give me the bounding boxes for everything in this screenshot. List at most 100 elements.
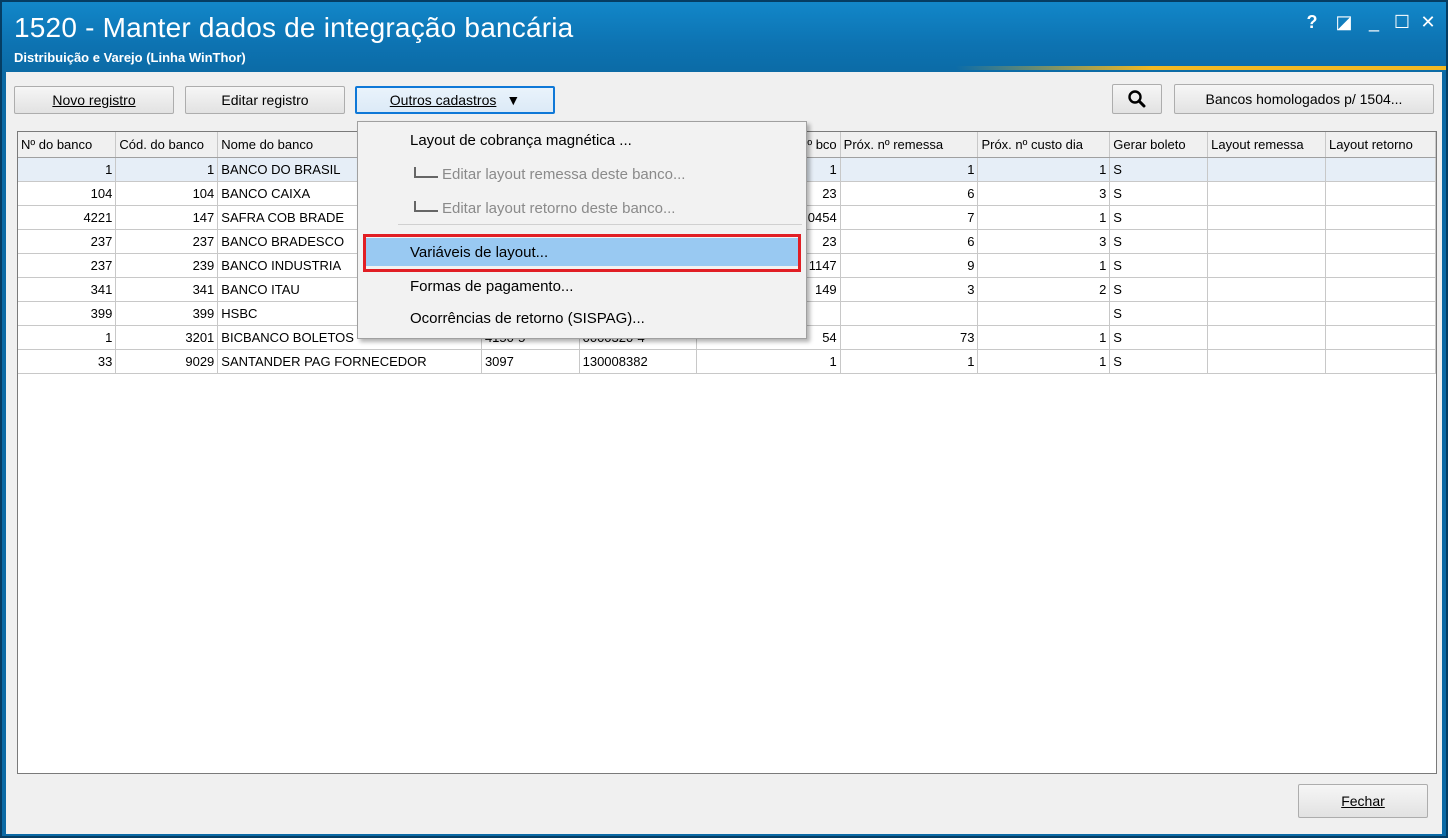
- table-cell: [1325, 325, 1436, 350]
- table-cell: 237: [115, 229, 219, 254]
- application-window: 1520 - Manter dados de integração bancár…: [0, 0, 1448, 838]
- table-cell: [1325, 277, 1436, 302]
- fechar-button[interactable]: Fechar: [1298, 784, 1428, 818]
- table-cell: 399: [115, 301, 219, 326]
- table-cell: 147: [115, 205, 219, 230]
- highlight-box: [363, 234, 801, 272]
- table-cell: SANTANDER PAG FORNECEDOR: [217, 349, 482, 374]
- editar-registro-label: Editar registro: [221, 92, 309, 108]
- col-header[interactable]: Próx. nº remessa: [840, 132, 979, 158]
- window-title: 1520 - Manter dados de integração bancár…: [14, 12, 574, 43]
- table-row[interactable]: 33 9029 SANTANDER PAG FORNECEDOR 3097 130008…: [18, 349, 1436, 374]
- table-cell: S: [1109, 205, 1209, 230]
- fechar-label: Fechar: [1341, 793, 1385, 809]
- table-cell: [977, 301, 1111, 326]
- menu-item-label: Formas de pagamento...: [410, 277, 574, 295]
- col-header[interactable]: Cód. do banco: [115, 132, 219, 158]
- table-cell: [1207, 229, 1327, 254]
- minimize-icon[interactable]: _: [1362, 12, 1386, 33]
- table-cell: [1325, 229, 1436, 254]
- title-bar: 1520 - Manter dados de integração bancár…: [2, 2, 1446, 72]
- col-header[interactable]: Gerar boleto: [1109, 132, 1209, 158]
- table-cell: 3: [840, 277, 979, 302]
- restore-icon[interactable]: ◪: [1332, 12, 1356, 33]
- table-cell: 1: [696, 349, 841, 374]
- table-cell: 6: [840, 181, 979, 206]
- col-header[interactable]: Próx. nº custo dia: [977, 132, 1111, 158]
- table-cell: [1207, 325, 1327, 350]
- table-cell: 1: [840, 157, 979, 182]
- bancos-homologados-button[interactable]: Bancos homologados p/ 1504...: [1174, 84, 1434, 114]
- table-cell: [1207, 181, 1327, 206]
- menu-item-layout-cobranca[interactable]: Layout de cobrança magnética ...: [358, 126, 806, 154]
- table-cell: 239: [115, 253, 219, 278]
- menu-item-label: Layout de cobrança magnética ...: [410, 131, 632, 149]
- table-cell: 33: [18, 349, 117, 374]
- table-cell: 104: [115, 181, 219, 206]
- table-cell: 1: [18, 325, 117, 350]
- table-cell: 4221: [18, 205, 117, 230]
- table-cell: [1325, 205, 1436, 230]
- outros-cadastros-menu: Layout de cobrança magnética ... Editar …: [357, 121, 807, 339]
- table-cell: 341: [115, 277, 219, 302]
- table-cell: [1207, 157, 1327, 182]
- table-cell: [1207, 349, 1327, 374]
- menu-item-label: Editar layout retorno deste banco...: [442, 199, 676, 217]
- editar-registro-button[interactable]: Editar registro: [185, 86, 345, 114]
- table-cell: 7: [840, 205, 979, 230]
- table-cell: [1325, 181, 1436, 206]
- table-cell: [1325, 253, 1436, 278]
- table-cell: 1: [115, 157, 219, 182]
- col-header[interactable]: Layout retorno: [1325, 132, 1436, 158]
- table-cell: 1: [977, 325, 1111, 350]
- table-cell: 130008382: [579, 349, 698, 374]
- table-cell: [1207, 277, 1327, 302]
- table-cell: 1: [977, 157, 1111, 182]
- table-cell: 1: [977, 349, 1111, 374]
- table-cell: 9029: [115, 349, 219, 374]
- table-cell: S: [1109, 277, 1209, 302]
- table-cell: S: [1109, 349, 1209, 374]
- table-cell: 3: [977, 181, 1111, 206]
- table-cell: 6: [840, 229, 979, 254]
- client-area: Novo registro Editar registro Outros cad…: [6, 72, 1442, 834]
- menu-separator: [398, 224, 802, 225]
- novo-registro-button[interactable]: Novo registro: [14, 86, 174, 114]
- menu-item-editar-remessa[interactable]: Editar layout remessa deste banco...: [358, 160, 806, 188]
- outros-cadastros-label: Outros cadastros: [389, 92, 497, 108]
- title-accent-bar: [956, 66, 1446, 70]
- table-cell: S: [1109, 325, 1209, 350]
- search-button[interactable]: [1112, 84, 1162, 114]
- table-cell: 2: [977, 277, 1111, 302]
- table-cell: [1207, 205, 1327, 230]
- menu-item-ocorrencias-retorno[interactable]: Ocorrências de retorno (SISPAG)...: [358, 304, 806, 332]
- col-header[interactable]: Layout remessa: [1207, 132, 1327, 158]
- table-cell: [1325, 157, 1436, 182]
- table-cell: [1325, 349, 1436, 374]
- outros-cadastros-button[interactable]: Outros cadastros ▼: [355, 86, 555, 114]
- novo-registro-label: Novo registro: [52, 92, 136, 108]
- table-cell: [1207, 301, 1327, 326]
- col-header[interactable]: Nº do banco: [18, 132, 117, 158]
- menu-item-editar-retorno[interactable]: Editar layout retorno deste banco...: [358, 194, 806, 222]
- dropdown-arrow-icon: ▼: [506, 92, 521, 108]
- table-cell: 3: [977, 229, 1111, 254]
- table-cell: [1207, 253, 1327, 278]
- table-cell: S: [1109, 253, 1209, 278]
- table-cell: 3097: [481, 349, 580, 374]
- table-cell: S: [1109, 301, 1209, 326]
- table-cell: 341: [18, 277, 117, 302]
- menu-item-formas-pagamento[interactable]: Formas de pagamento...: [358, 272, 806, 300]
- search-icon: [1128, 90, 1146, 108]
- window-subtitle: Distribuição e Varejo (Linha WinThor): [14, 50, 246, 65]
- table-cell: [1325, 301, 1436, 326]
- table-cell: 399: [18, 301, 117, 326]
- close-icon[interactable]: ✕: [1416, 12, 1440, 33]
- help-icon[interactable]: ?: [1300, 12, 1324, 33]
- table-cell: 9: [840, 253, 979, 278]
- table-cell: 3201: [115, 325, 219, 350]
- maximize-icon[interactable]: ☐: [1390, 12, 1414, 33]
- table-cell: S: [1109, 229, 1209, 254]
- table-cell: 73: [840, 325, 979, 350]
- table-cell: S: [1109, 157, 1209, 182]
